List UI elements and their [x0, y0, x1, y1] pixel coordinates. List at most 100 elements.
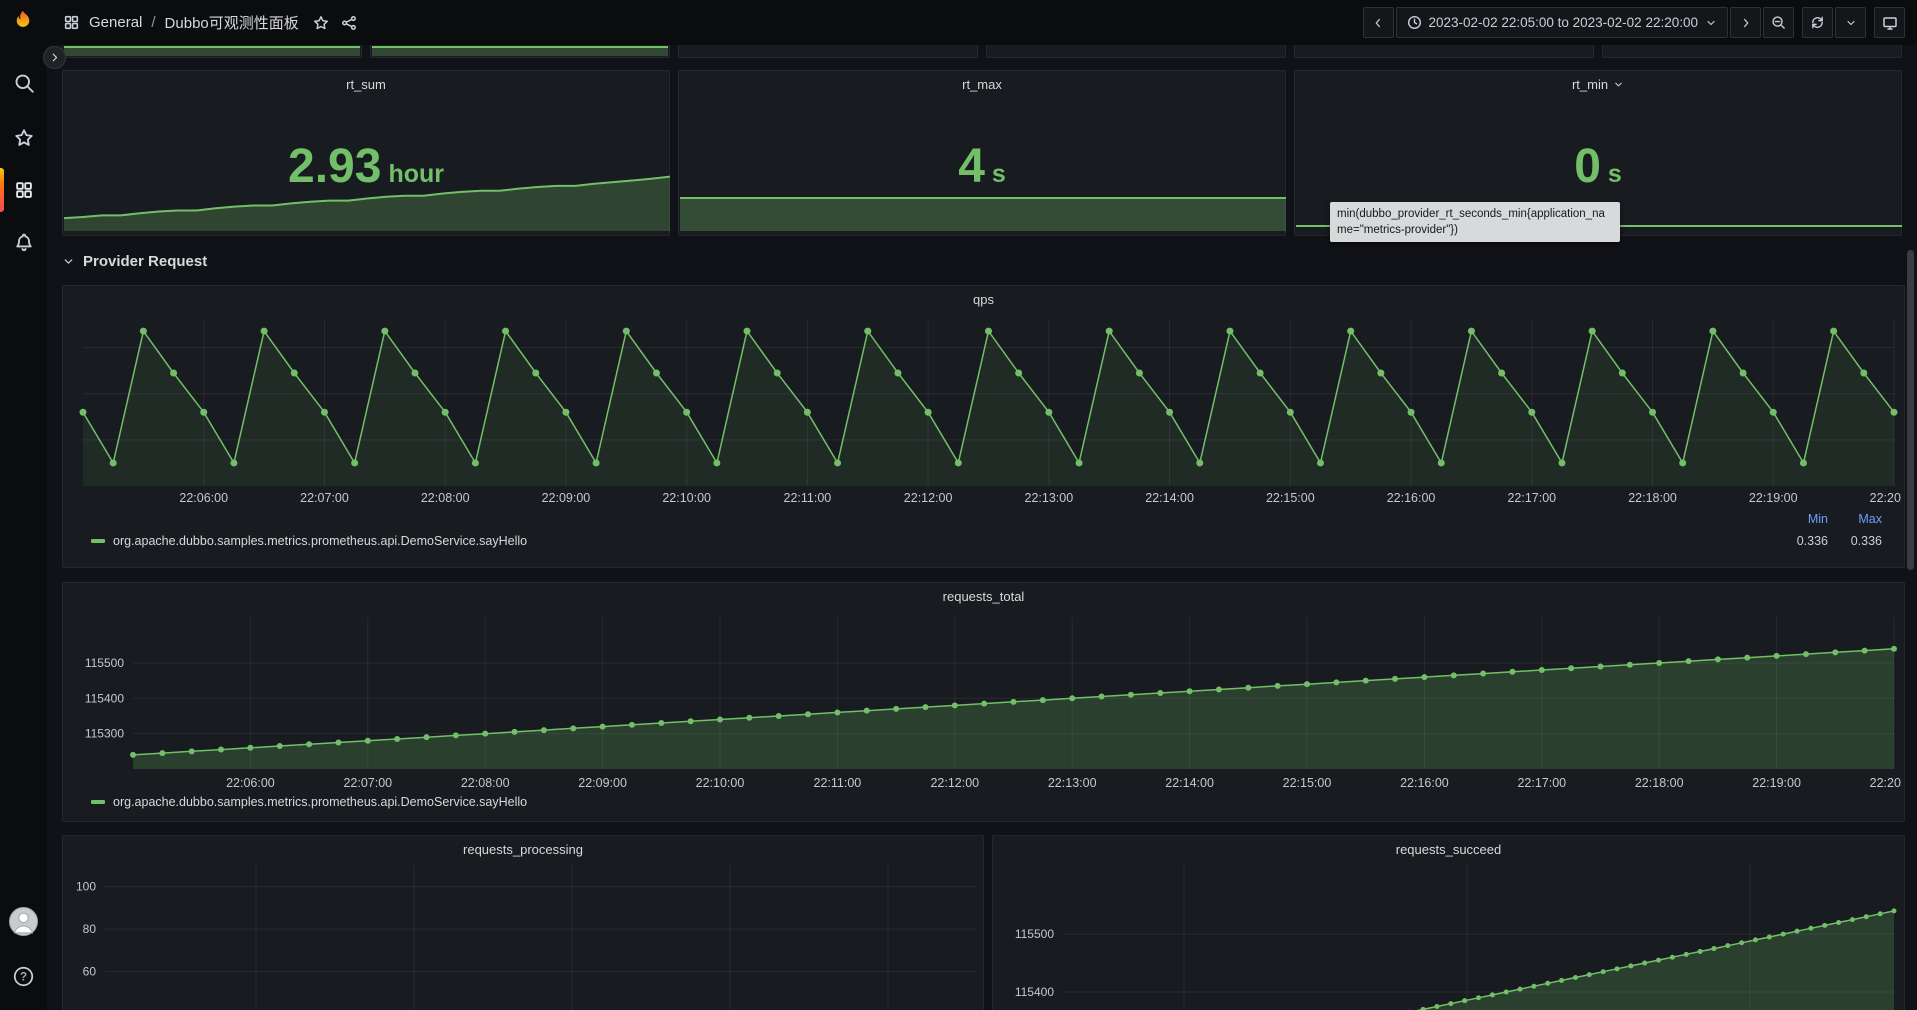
sparkline-strip [372, 46, 668, 56]
svg-text:100: 100 [76, 880, 96, 894]
svg-text:22:09:00: 22:09:00 [578, 776, 627, 790]
time-shift-back-button[interactable] [1363, 7, 1394, 38]
svg-text:22:10:00: 22:10:00 [662, 491, 711, 505]
sidebar: ? [0, 0, 47, 1010]
sparkline-strip [64, 46, 360, 56]
requests-processing-chart[interactable]: 100 80 60 [71, 864, 985, 1010]
cutoff-panel-6 [1602, 45, 1902, 58]
active-section-indicator [0, 168, 4, 212]
svg-text:22:14:00: 22:14:00 [1165, 776, 1214, 790]
series-min-value: 0.336 [1774, 534, 1828, 548]
share-dashboard-button[interactable] [335, 9, 363, 37]
series-label[interactable]: org.apache.dubbo.samples.metrics.prometh… [113, 795, 527, 809]
breadcrumb-section[interactable]: General [89, 14, 142, 31]
legend-header: Min Max [1774, 512, 1882, 526]
requests-succeed-chart[interactable]: 115500 115400 [1001, 864, 1898, 1010]
legend-min-header[interactable]: Min [1774, 512, 1828, 526]
cutoff-panel-1 [62, 45, 362, 58]
svg-text:22:19:00: 22:19:00 [1749, 491, 1798, 505]
svg-text:22:17:00: 22:17:00 [1507, 491, 1556, 505]
svg-text:22:16:00: 22:16:00 [1387, 491, 1436, 505]
panel-title[interactable]: requests_total [63, 589, 1904, 604]
svg-text:22:12:00: 22:12:00 [904, 491, 953, 505]
svg-text:22:12:00: 22:12:00 [930, 776, 979, 790]
panel-title[interactable]: rt_min [1295, 77, 1901, 92]
svg-text:22:15:00: 22:15:00 [1266, 491, 1315, 505]
svg-text:22:08:00: 22:08:00 [421, 491, 470, 505]
svg-text:22:18:00: 22:18:00 [1635, 776, 1684, 790]
qps-chart[interactable]: 22:06:00 22:07:00 22:08:00 22:09:00 22:10:00… [67, 314, 1902, 514]
dashboard-grid-icon [63, 14, 80, 31]
panel-title[interactable]: requests_processing [63, 842, 983, 857]
stat-sparkline [680, 191, 1286, 231]
svg-text:22:20:00: 22:20:00 [1870, 776, 1902, 790]
breadcrumb: General / Dubbo可观测性面板 [63, 12, 299, 33]
dashboard-canvas: rt_sum 2.93 hour rt_max 4 s rt_min 0 s m… [47, 45, 1917, 1010]
breadcrumb-separator: / [151, 14, 155, 31]
svg-text:22:13:00: 22:13:00 [1048, 776, 1097, 790]
top-navigation-bar: General / Dubbo可观测性面板 2023-02-02 22:05:0… [47, 0, 1917, 45]
series-label[interactable]: org.apache.dubbo.samples.metrics.prometh… [113, 534, 527, 548]
cutoff-panel-5 [1294, 45, 1594, 58]
chevron-down-icon [1705, 17, 1717, 29]
panel-menu-chevron-icon[interactable] [1613, 79, 1624, 90]
refresh-button[interactable] [1802, 7, 1833, 38]
svg-text:22:09:00: 22:09:00 [542, 491, 591, 505]
svg-text:22:14:00: 22:14:00 [1145, 491, 1194, 505]
refresh-interval-dropdown[interactable] [1835, 7, 1866, 38]
legend-max-header[interactable]: Max [1828, 512, 1882, 526]
panel-title[interactable]: rt_sum [63, 77, 669, 92]
cutoff-panel-3 [678, 45, 978, 58]
svg-text:115300: 115300 [85, 727, 124, 741]
tv-mode-button[interactable] [1874, 7, 1905, 38]
grafana-logo-icon[interactable] [10, 9, 36, 35]
zoom-out-time-button[interactable] [1763, 7, 1794, 38]
series-color-swatch [91, 539, 105, 543]
stat-value: 4 s [679, 143, 1285, 191]
sidebar-expand-button[interactable] [43, 46, 66, 69]
panel-title[interactable]: requests_succeed [993, 842, 1904, 857]
svg-text:22:06:00: 22:06:00 [226, 776, 275, 790]
panel-title[interactable]: qps [63, 292, 1904, 307]
breadcrumb-dashboard-title: Dubbo可观测性面板 [165, 12, 299, 33]
legend-row: org.apache.dubbo.samples.metrics.prometh… [91, 795, 1882, 809]
svg-text:22:08:00: 22:08:00 [461, 776, 510, 790]
svg-text:22:18:00: 22:18:00 [1628, 491, 1677, 505]
query-tooltip: min(dubbo_provider_rt_seconds_min{applic… [1330, 202, 1620, 242]
svg-text:60: 60 [83, 965, 97, 979]
favorite-dashboard-button[interactable] [307, 9, 335, 37]
time-range-picker[interactable]: 2023-02-02 22:05:00 to 2023-02-02 22:20:… [1396, 7, 1728, 38]
cutoff-panel-2 [370, 45, 670, 58]
svg-text:115400: 115400 [1015, 985, 1054, 999]
stat-panel-rt-sum: rt_sum 2.93 hour [62, 70, 670, 236]
vertical-scrollbar[interactable] [1907, 250, 1914, 570]
time-shift-forward-button[interactable] [1730, 7, 1761, 38]
section-provider-request[interactable]: Provider Request [62, 245, 207, 277]
legend-row: org.apache.dubbo.samples.metrics.prometh… [91, 534, 1882, 548]
cutoff-panel-4 [986, 45, 1286, 58]
help-icon[interactable]: ? [0, 956, 47, 996]
series-color-swatch [91, 800, 105, 804]
alerting-bell-icon[interactable] [0, 222, 47, 262]
svg-text:22:17:00: 22:17:00 [1517, 776, 1566, 790]
search-icon[interactable] [0, 63, 47, 103]
svg-text:22:07:00: 22:07:00 [300, 491, 349, 505]
user-avatar[interactable] [0, 901, 47, 941]
svg-text:22:11:00: 22:11:00 [814, 776, 862, 790]
panel-title[interactable]: rt_max [679, 77, 1285, 92]
series-max-value: 0.336 [1828, 534, 1882, 548]
svg-text:22:20:00: 22:20:00 [1870, 491, 1902, 505]
requests-total-chart[interactable]: 11550011540011530022:06:0022:07:0022:08:… [67, 611, 1902, 803]
requests-total-panel: requests_total 11550011540011530022:06:0… [62, 582, 1905, 822]
favorites-star-icon[interactable] [0, 118, 47, 158]
svg-text:80: 80 [83, 922, 97, 936]
svg-text:22:11:00: 22:11:00 [784, 491, 832, 505]
dashboards-icon[interactable] [0, 170, 47, 210]
stat-value: 0 s [1295, 143, 1901, 191]
svg-text:22:13:00: 22:13:00 [1025, 491, 1074, 505]
svg-text:115500: 115500 [1015, 927, 1054, 941]
requests-succeed-panel: requests_succeed 115500 115400 [992, 835, 1905, 1010]
svg-text:22:10:00: 22:10:00 [696, 776, 745, 790]
svg-text:22:06:00: 22:06:00 [179, 491, 228, 505]
requests-processing-panel: requests_processing 100 80 60 [62, 835, 984, 1010]
